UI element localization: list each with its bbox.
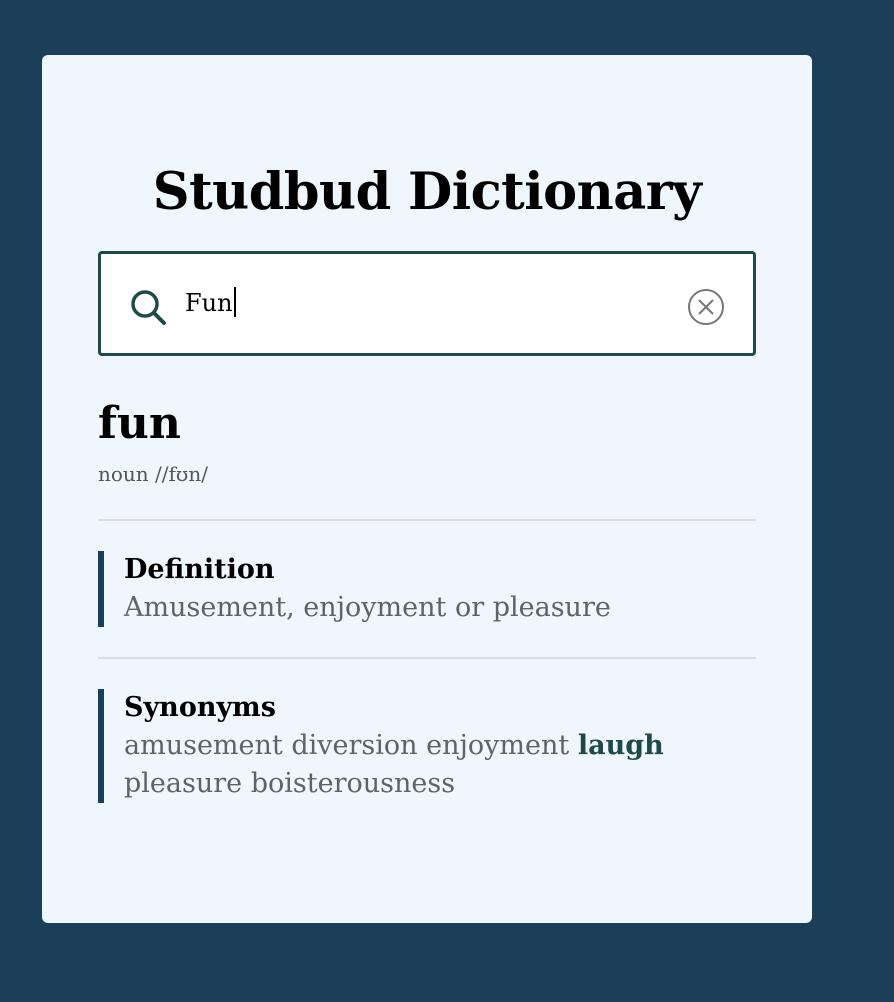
definition-section: Definition Amusement, enjoyment or pleas… xyxy=(98,551,764,627)
synonym-word: pleasure xyxy=(124,768,243,799)
synonym-word: diversion xyxy=(291,730,418,761)
synonym-word: enjoyment xyxy=(426,730,570,761)
app-title: Studbud Dictionary xyxy=(152,162,702,222)
synonym-word: amusement xyxy=(124,730,283,761)
definition-heading: Definition xyxy=(124,554,275,585)
part-of-speech: noun //fʊn/ xyxy=(98,462,208,486)
search-icon xyxy=(131,290,166,325)
synonym-word-highlighted: laugh xyxy=(577,730,664,761)
synonyms-section: Synonyms amusement diversion enjoyment l… xyxy=(98,689,764,803)
search-input-value: Fun xyxy=(185,289,233,317)
text-caret xyxy=(233,287,236,317)
definition-text: Amusement, enjoyment or pleasure xyxy=(124,592,611,623)
dictionary-card: Studbud Dictionary Fun fun noun //fʊn/ D… xyxy=(42,55,812,923)
divider xyxy=(98,519,756,521)
clear-icon[interactable] xyxy=(687,288,725,326)
synonyms-heading: Synonyms xyxy=(124,692,276,723)
synonym-word: boisterousness xyxy=(250,768,456,799)
synonyms-list: amusement diversion enjoyment laugh plea… xyxy=(124,727,764,803)
divider xyxy=(98,657,756,659)
search-input[interactable]: Fun xyxy=(185,286,236,320)
entry-word: fun xyxy=(98,398,181,449)
search-box[interactable]: Fun xyxy=(98,251,756,356)
